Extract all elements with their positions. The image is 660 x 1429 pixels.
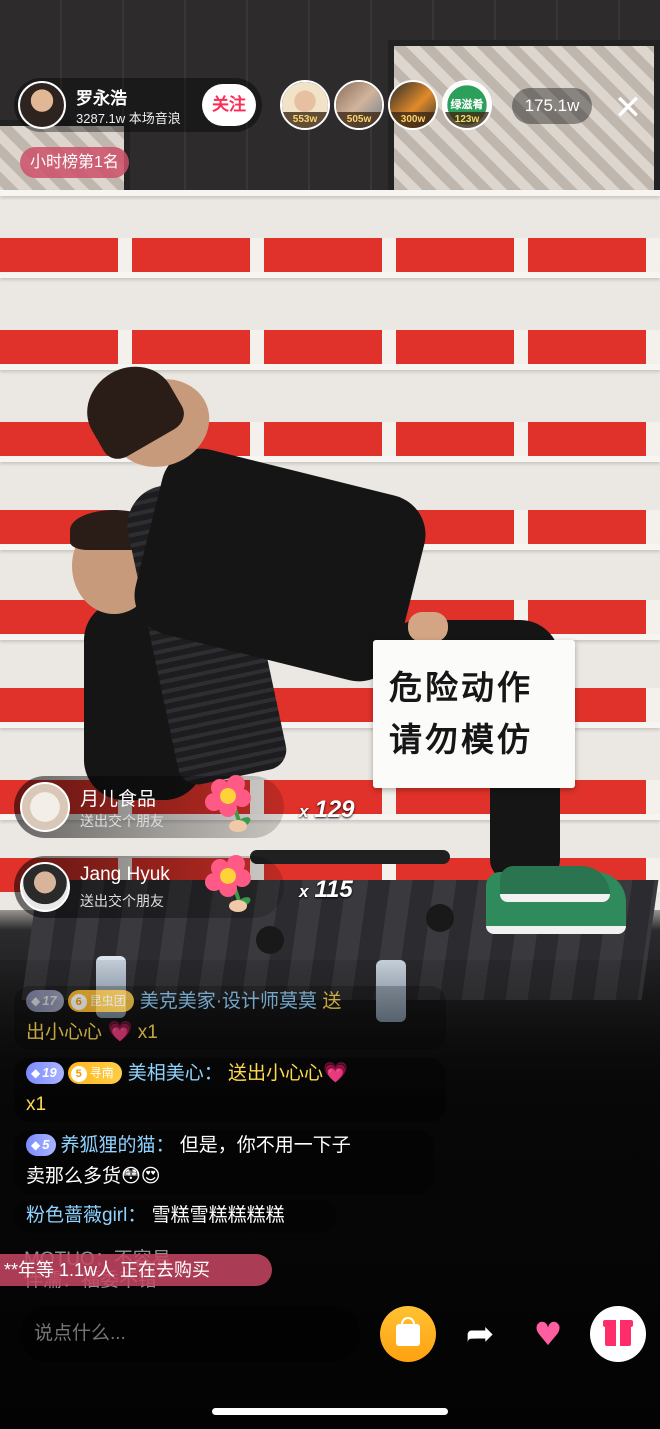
gift-banner: 月儿食品 送出交个朋友 x 129: [14, 775, 355, 838]
comment-text: 送出小心心: [228, 1063, 324, 1084]
comment-username[interactable]: 养狐狸的猫：: [60, 1135, 174, 1156]
sign-line-1: 危险动作: [389, 668, 533, 707]
top-viewer-avatar[interactable]: 505w: [334, 80, 384, 130]
host-info-pill[interactable]: 罗永浩 3287.1w 本场音浪 关注: [14, 78, 262, 132]
comment-item[interactable]: 粉色蔷薇girl： 雪糕雪糕糕糕糕: [14, 1200, 336, 1233]
top-viewer-avatar[interactable]: 绿滋肴 123w: [442, 80, 492, 130]
purchase-notice[interactable]: **年等 1.1w人 正在去购买: [0, 1254, 272, 1286]
comment-item[interactable]: ◆ 19 5 寻南 美相美心： 送出小心心💗 x1: [14, 1058, 446, 1122]
host-name: 罗永浩: [76, 89, 127, 108]
sign-line-2: 请勿模仿: [389, 720, 533, 759]
top-viewer-avatar[interactable]: 300w: [388, 80, 438, 130]
gift-sender-avatar[interactable]: [20, 862, 70, 912]
comment-text: 但是，你不用一下子: [179, 1135, 351, 1156]
comment-username[interactable]: 粉色蔷薇girl：: [26, 1205, 146, 1226]
viewer-count-badge: 300w: [390, 112, 436, 128]
follow-button[interactable]: 关注: [202, 84, 256, 126]
heart-icon[interactable]: ♥: [520, 1306, 576, 1362]
viewer-count-badge: 123w: [444, 112, 490, 128]
comment-input[interactable]: [20, 1306, 360, 1362]
viewer-brand-label: 绿滋肴: [450, 99, 484, 111]
comment-text: 出小心心: [26, 1022, 103, 1043]
chair-base: [250, 850, 450, 864]
fan-club-badge: 6 昆虫团: [67, 990, 134, 1012]
gift-sender-name: 月儿食品: [80, 789, 157, 810]
gift-sender-name: Jang Hyuk: [80, 864, 170, 885]
comment-username[interactable]: 美克美家·设计师莫莫: [140, 991, 317, 1012]
fan-club-badge: 5 寻南: [67, 1062, 122, 1084]
gift-combo-count: x 129: [299, 796, 355, 823]
host-avatar[interactable]: [18, 81, 66, 129]
user-level-badge: ◆ 5: [26, 1134, 57, 1156]
comment-item[interactable]: ◆ 17 6 昆虫团 美克美家·设计师莫莫 送 出小心心 💗 x1: [14, 986, 446, 1050]
host-stats: 3287.1w 本场音浪: [76, 111, 181, 126]
comment-username[interactable]: 美相美心：: [128, 1063, 223, 1084]
home-indicator[interactable]: [212, 1408, 448, 1415]
gift-combo-count: x 115: [299, 876, 353, 903]
heart-gift-icon: 💗: [323, 1062, 348, 1084]
share-icon[interactable]: ➦: [452, 1306, 508, 1362]
shopping-bag-icon[interactable]: [380, 1306, 436, 1362]
top-viewer-avatar[interactable]: 553w: [280, 80, 330, 130]
gift-banner: Jang Hyuk 送出交个朋友 x 115: [14, 855, 353, 918]
gift-action-text: 送出交个朋友: [80, 893, 164, 909]
comment-text-continued: 卖那么多货😳😍: [26, 1166, 161, 1187]
hourly-rank-badge[interactable]: 小时榜第1名: [20, 147, 129, 178]
viewer-count-badge: 553w: [282, 112, 328, 128]
flower-icon: [205, 775, 251, 832]
user-level-badge: ◆ 17: [26, 990, 64, 1012]
gift-icon[interactable]: [590, 1306, 646, 1362]
comment-item[interactable]: ◆ 5 养狐狸的猫： 但是，你不用一下子 卖那么多货😳😍: [14, 1130, 434, 1194]
warning-sign: 危险动作 请勿模仿: [373, 640, 575, 788]
online-viewer-count[interactable]: 175.1w: [512, 88, 592, 124]
gift-sender-avatar[interactable]: [20, 782, 70, 832]
comment-text: 雪糕雪糕糕糕糕: [151, 1205, 285, 1226]
heart-gift-icon: 💗: [102, 1021, 133, 1043]
user-level-badge: ◆ 19: [26, 1062, 64, 1084]
gift-action-text: 送出交个朋友: [80, 813, 164, 829]
close-icon[interactable]: ✕: [606, 88, 650, 128]
viewer-count-badge: 505w: [336, 112, 382, 128]
flower-icon: [205, 855, 251, 912]
